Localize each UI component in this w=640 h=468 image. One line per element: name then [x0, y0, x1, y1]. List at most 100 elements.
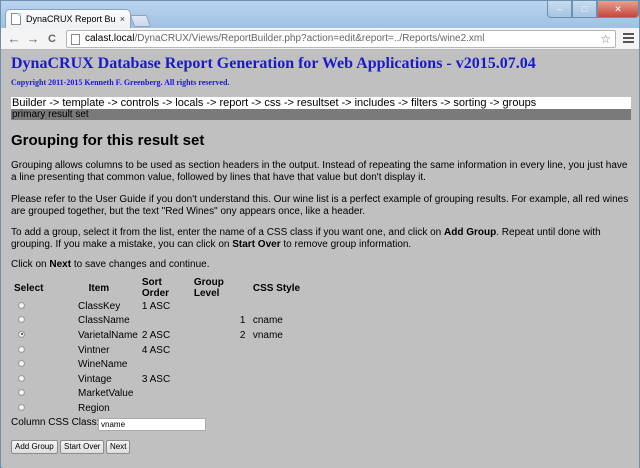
css-class-label: Column CSS Class:	[11, 417, 100, 428]
css-style-cell: cname	[252, 315, 283, 327]
select-cell	[12, 357, 58, 372]
select-radio[interactable]	[18, 345, 25, 353]
address-bar[interactable]: calast.local/DynaCRUX/Views/ReportBuilde…	[66, 30, 616, 48]
page-heading: Grouping for this result set	[11, 132, 205, 149]
guide-paragraph: Please refer to the User Guide if you do…	[11, 194, 629, 217]
select-cell	[12, 387, 58, 402]
css-class-input[interactable]	[98, 418, 206, 431]
close-window-button[interactable]: ✕	[597, 1, 639, 18]
breadcrumb-item-builder[interactable]: Builder	[12, 97, 46, 109]
group-level-cell: 2	[239, 329, 246, 341]
select-cell	[12, 314, 58, 329]
table-row: Region	[12, 401, 302, 416]
window-controls: – □ ✕	[547, 1, 639, 18]
sort-order-cell	[140, 387, 192, 402]
grouping-table: Select Item Sort Order Group Level CSS S…	[12, 277, 302, 416]
item-cell: Vintner	[78, 344, 110, 356]
reload-icon[interactable]: C	[44, 31, 60, 47]
breadcrumb-item-includes[interactable]: includes	[355, 97, 395, 109]
sort-order-cell: 4 ASC	[141, 344, 171, 356]
next-button[interactable]: Next	[106, 440, 131, 454]
item-cell: ClassName	[78, 315, 130, 327]
css-style-cell: vname	[252, 329, 283, 341]
breadcrumb-item-sorting[interactable]: sorting	[453, 97, 486, 109]
item-cell: WineName	[78, 359, 128, 371]
css-style-cell	[251, 387, 302, 402]
css-style-cell	[251, 343, 302, 358]
next-paragraph: Click on Next to save changes and contin…	[11, 259, 210, 270]
breadcrumb-item-groups[interactable]: groups	[503, 97, 537, 109]
breadcrumb-separator: ->	[49, 97, 60, 109]
tab-close-icon[interactable]: ×	[120, 14, 125, 24]
select-cell	[12, 343, 58, 358]
breadcrumb-item-filters[interactable]: filters	[411, 97, 437, 109]
breadcrumb-item-report[interactable]: report	[219, 97, 248, 109]
breadcrumb-item-template[interactable]: template	[62, 97, 104, 109]
select-radio[interactable]	[18, 403, 25, 411]
table-row: ClassKey 1 ASC	[12, 299, 302, 314]
breadcrumb-item-locals[interactable]: locals	[175, 97, 203, 109]
breadcrumb-separator: ->	[397, 97, 409, 109]
breadcrumb-item-css[interactable]: css	[264, 97, 281, 109]
sort-order-cell	[140, 357, 192, 372]
group-level-cell	[192, 357, 251, 372]
minimize-button[interactable]: –	[547, 1, 572, 18]
table-header-row: Select Item Sort Order Group Level CSS S…	[12, 277, 302, 299]
group-level-cell	[192, 372, 251, 387]
breadcrumb-separator: ->	[206, 97, 217, 109]
select-radio[interactable]	[18, 360, 25, 368]
item-cell: MarketValue	[78, 388, 134, 400]
page-content: DynaCRUX Database Report Generation for …	[2, 51, 639, 468]
col-group-level: Group Level	[193, 277, 224, 299]
sort-order-cell	[140, 314, 192, 329]
col-item: Item	[88, 282, 110, 294]
css-style-cell	[251, 357, 302, 372]
group-level-cell	[192, 299, 251, 314]
breadcrumb-separator: ->	[162, 97, 173, 109]
item-cell: ClassKey	[78, 300, 121, 312]
group-level-cell: 1	[239, 315, 246, 327]
select-radio[interactable]	[18, 374, 25, 382]
breadcrumb-separator: ->	[489, 97, 500, 109]
bookmark-star-icon[interactable]: ☆	[600, 31, 611, 47]
new-tab-button[interactable]	[129, 15, 152, 27]
sort-order-cell: 2 ASC	[141, 329, 171, 341]
breadcrumb-item-controls[interactable]: controls	[121, 97, 160, 109]
select-cell	[12, 401, 58, 416]
url-host: calast.local	[85, 33, 135, 44]
add-group-button[interactable]: Add Group	[11, 440, 58, 454]
table-row: MarketValue	[12, 387, 302, 402]
select-radio[interactable]	[18, 301, 25, 309]
browser-tab[interactable]: DynaCRUX Report Builder ×	[5, 9, 131, 28]
breadcrumb-separator: ->	[341, 97, 352, 109]
forward-arrow-icon[interactable]: →	[25, 31, 41, 47]
sort-order-cell: 3 ASC	[141, 373, 171, 385]
group-level-cell	[192, 387, 251, 402]
select-cell	[12, 328, 58, 343]
intro-paragraph: Grouping allows columns to be used as se…	[11, 160, 628, 183]
css-style-cell	[251, 372, 302, 387]
start-over-button[interactable]: Start Over	[60, 440, 105, 454]
select-radio[interactable]	[18, 389, 25, 397]
breadcrumb-separator: ->	[107, 97, 118, 109]
maximize-button[interactable]: □	[572, 1, 597, 18]
title-bar: DynaCRUX Report Builder × – □ ✕	[1, 1, 639, 28]
item-cell: Region	[78, 402, 110, 414]
copyright-notice: Copyright 2011-2015 Kenneth F. Greenberg…	[11, 78, 230, 87]
instructions-paragraph: To add a group, select it from the list,…	[11, 227, 601, 250]
select-cell	[12, 372, 58, 387]
col-css-style: CSS Style	[252, 282, 301, 294]
back-arrow-icon[interactable]: ←	[6, 31, 22, 47]
page-icon	[71, 34, 80, 45]
page-favicon-icon	[11, 13, 21, 25]
result-set-bar: primary result set	[11, 109, 631, 120]
tab-title: DynaCRUX Report Builder	[26, 14, 116, 24]
select-radio[interactable]	[18, 330, 25, 338]
breadcrumb-separator: ->	[440, 97, 451, 109]
browser-window: DynaCRUX Report Builder × – □ ✕ ← → C ca…	[0, 0, 640, 468]
breadcrumb-item-resultset[interactable]: resultset	[297, 97, 339, 109]
select-radio[interactable]	[18, 316, 25, 324]
breadcrumb-separator: ->	[251, 97, 262, 109]
menu-icon[interactable]	[623, 33, 634, 44]
group-level-cell	[192, 401, 251, 416]
